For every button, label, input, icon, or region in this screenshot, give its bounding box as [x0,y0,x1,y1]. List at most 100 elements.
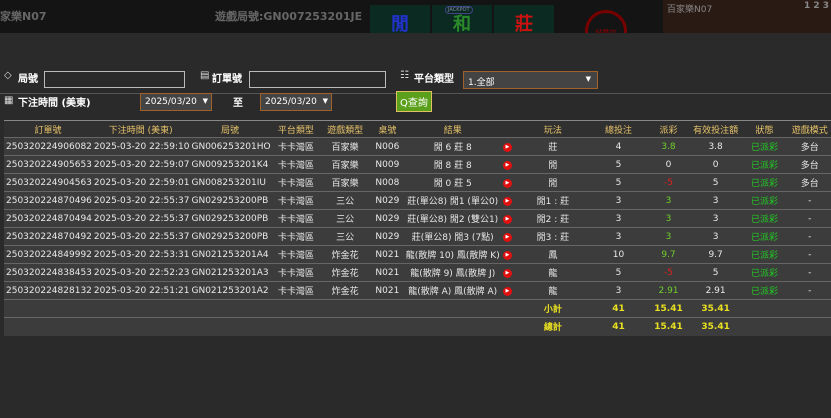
table-row: 250320224870492 2025-03-20 22:55:37 GN0292… [4,227,831,246]
replay-cell[interactable]: ▶ [499,281,516,300]
round-id: GN029253200PB [189,227,271,246]
platform: 卡卡灣區 [270,281,322,300]
replay-cell[interactable]: ▶ [499,155,516,174]
subtotal-label: 小計 [515,299,591,318]
table-header: 訂單號 下注時間 (美東) 局號 平台類型 遊戲類型 桌號 結果 玩法 總投注 派彩 有效投注額 狀態… [4,120,831,138]
status: 已派彩 [740,281,789,300]
search-button[interactable]: Q查詢 [396,91,432,112]
platform-label: 平台類型 [414,74,454,85]
payout: 3.8 [646,137,691,156]
play-icon[interactable]: ▶ [502,215,512,224]
search-label: 查詢 [407,98,428,109]
order-id: 250320224870496 [4,191,92,210]
bet-time: 2025-03-20 22:55:37 [91,191,190,210]
total-bet: 4 [590,137,647,156]
game-mode: 多台 [788,137,831,156]
payout: 3 [646,191,691,210]
game-type: 百家樂 [321,155,370,174]
valid-bet: 2.91 [690,281,741,300]
bet-time: 2025-03-20 22:59:07 [91,155,190,174]
replay-cell[interactable]: ▶ [499,245,516,264]
search-icon: Q [400,98,408,109]
video-nums: 1 2 3 [803,1,829,11]
table-row: 250320224905653 2025-03-20 22:59:07 GN0092… [4,155,831,174]
play-icon[interactable]: ▶ [502,143,512,152]
date-from-value: 2025/03/20 [145,97,197,107]
replay-cell[interactable]: ▶ [499,209,516,228]
round-input[interactable] [44,71,185,88]
subtotal-row: 小計 41 15.41 35.41 [4,299,831,318]
play-icon[interactable]: ▶ [502,179,512,188]
table-label: 家樂N07 [0,10,47,23]
subtotal-bet: 41 [590,299,647,318]
column-header: 遊戲類型 [321,120,370,138]
play-icon[interactable]: ▶ [502,233,512,242]
table-row: 250320224906082 2025-03-20 22:59:10 GN0062… [4,137,831,156]
total-bet: 3 [590,191,647,210]
column-header: 局號 [189,120,271,138]
game-mode: - [788,227,831,246]
spacer [4,317,516,336]
result: 閒 6 莊 8 [405,137,500,156]
replay-cell[interactable]: ▶ [499,227,516,246]
date-to-select[interactable]: 2025/03/20 ▼ [260,93,332,111]
date-from-select[interactable]: 2025/03/20 ▼ [140,93,212,111]
column-header: 結果 [405,120,500,138]
order-input[interactable] [249,71,386,88]
column-header: 有效投注額 [690,120,741,138]
play-icon[interactable]: ▶ [502,287,512,296]
replay-cell[interactable]: ▶ [499,137,516,156]
game-type: 百家樂 [321,137,370,156]
clipboard-icon: ▤ [200,70,210,81]
bet-history-table: 訂單號 下注時間 (美東) 局號 平台類型 遊戲類型 桌號 結果 玩法 總投注 派彩 有效投注額 狀態… [4,120,831,336]
platform: 卡卡灣區 [270,155,322,174]
platform: 卡卡灣區 [270,209,322,228]
chevron-down-icon: ▼ [322,97,328,105]
replay-cell[interactable]: ▶ [499,191,516,210]
order-id: 250320224906082 [4,137,92,156]
payout: 0 [646,155,691,174]
table-row: 250320224870494 2025-03-20 22:55:37 GN0292… [4,209,831,228]
order-label: 訂單號 [212,74,242,85]
table-row: 250320224838453 2025-03-20 22:52:23 GN0212… [4,263,831,282]
column-header: 玩法 [515,120,591,138]
play-icon[interactable]: ▶ [502,197,512,206]
game-type: 三公 [321,227,370,246]
list-icon: ☷ [400,70,409,81]
to-label: 至 [233,98,243,109]
total-valid: 35.41 [690,317,741,336]
valid-bet: 3 [690,191,741,210]
result: 龍(散牌 A) 鳳(散牌 A) [405,281,500,300]
bet-type: 閒2 : 莊 [515,209,591,228]
order-id: 250320224870492 [4,227,92,246]
bet-type: 龍 [515,281,591,300]
column-header: 總投注 [590,120,647,138]
replay-cell[interactable]: ▶ [499,173,516,192]
round-id: GN006253201HO [189,137,271,156]
replay-cell[interactable]: ▶ [499,263,516,282]
total-label: 總計 [515,317,591,336]
platform-select[interactable]: 1.全部 ▼ [463,71,598,89]
total-bet: 3 [590,209,647,228]
column-header: 狀態 [740,120,789,138]
payout: 3 [646,209,691,228]
result: 龍(散牌 9) 鳳(散牌 J) [405,263,500,282]
play-icon[interactable]: ▶ [502,269,512,278]
total-payout: 15.41 [646,317,691,336]
valid-bet: 3.8 [690,137,741,156]
bet-type: 閒 [515,173,591,192]
order-id: 250320224849992 [4,245,92,264]
column-header [499,120,516,138]
column-header: 訂單號 [4,120,92,138]
total-bet: 3 [590,227,647,246]
play-icon[interactable]: ▶ [502,161,512,170]
result: 莊(單公8) 閒3 (7點) [405,227,500,246]
bet-banker: 莊 [494,5,554,33]
game-mode: 多台 [788,155,831,174]
platform: 卡卡灣區 [270,245,322,264]
spacer [740,317,831,336]
valid-bet: 9.7 [690,245,741,264]
play-icon[interactable]: ▶ [502,251,512,260]
bet-time: 2025-03-20 22:51:21 [91,281,190,300]
valid-bet: 5 [690,263,741,282]
